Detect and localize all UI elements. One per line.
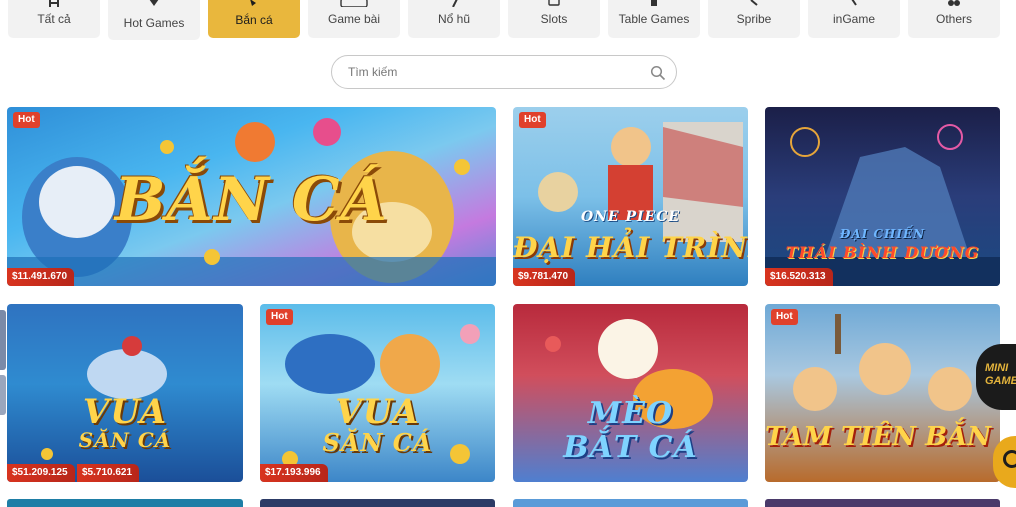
search-box [331,55,677,89]
side-tab[interactable] [0,310,6,370]
tab-label: Nổ hũ [437,12,471,26]
table-icon [608,0,700,7]
game-title: SĂN CÁ [322,428,433,457]
game-card-vua-san-ca-2[interactable]: VUA SĂN CÁ Hot $17.193.996 [260,304,495,482]
game-card-meo-bat-ca[interactable]: MÈO BẮT CÁ [513,304,748,482]
tab-slots[interactable]: Slots [508,0,600,38]
tab-label: Others [935,12,972,26]
tab-fishing[interactable]: Bắn cá [208,0,300,38]
hot-badge: Hot [13,112,40,128]
tab-label: Game bài [327,12,381,26]
search-input[interactable] [348,63,638,81]
game-card-tam-tien-ban-ca[interactable]: TAM TIÊN BẮN CÁ Hot [765,304,1000,482]
jackpot-amount: $51.209.125 [7,464,75,482]
others-icon [908,0,1000,7]
all-icon [8,0,100,7]
slots-icon [508,0,600,7]
tab-ingame[interactable]: inGame [808,0,900,38]
jackpot-amount: $16.520.313 [765,268,833,286]
tab-all[interactable]: Tất cả [8,0,100,38]
jackpot-amount: $9.781.470 [513,268,576,286]
tab-label: Spribe [736,12,772,26]
game-subtitle: ĐẠI CHIẾN [839,227,926,241]
fish-icon [208,0,300,7]
game-subtitle: MÈO [587,396,674,431]
hot-badge: Hot [266,309,293,325]
game-subtitle: VUA [335,392,420,432]
ingame-icon [808,0,900,7]
game-title: ĐẠI HẢI TRÌNH [513,231,748,264]
game-card-dai-hai-trinh[interactable]: ONE PIECE ĐẠI HẢI TRÌNH Hot $9.781.470 [513,107,748,286]
tab-label: inGame [832,12,876,26]
tab-card-games[interactable]: Game bài [308,0,400,38]
tab-label: Hot Games [123,16,185,30]
tab-label: Slots [540,12,568,26]
tab-spribe[interactable]: Spribe [708,0,800,38]
jackpot-icon [408,0,500,7]
category-tabs: Tất cả Hot Games Bắn cá Game bài Nổ hũ S… [0,0,1016,40]
side-tab[interactable] [0,375,6,415]
jackpot-amount: $17.193.996 [260,464,328,482]
game-card-vua-san-ca[interactable]: VUA SĂN CÁ $51.209.125 $5.710.621 [7,304,243,482]
tab-label: Tất cả [37,12,71,26]
jackpot-amount: $11.491.670 [7,268,75,286]
tab-label: Table Games [618,12,690,26]
tab-table-games[interactable]: Table Games [608,0,700,38]
provider-logo: MINI GAME [976,344,1016,410]
diamond-icon [108,0,200,7]
hot-badge: Hot [771,309,798,325]
tab-label: Bắn cá [235,13,273,27]
cards-icon [308,0,400,7]
search-icon[interactable] [650,65,666,81]
game-title: SĂN CÁ [78,428,172,452]
chat-icon [1003,450,1016,468]
jackpot-amount: $5.710.621 [77,464,140,482]
game-title: BẮN CÁ [114,165,389,235]
game-subtitle: ONE PIECE [580,209,681,225]
game-art [793,314,972,411]
spribe-icon [708,0,800,7]
hot-badge: Hot [519,112,546,128]
game-card-ban-ca[interactable]: BẮN CÁ Hot $11.491.670 [7,107,496,286]
tab-jackpot[interactable]: Nổ hũ [408,0,500,38]
game-title: TAM TIÊN BẮN CÁ [765,422,1000,452]
tab-others[interactable]: Others [908,0,1000,38]
game-title: THÁI BÌNH DƯƠNG [785,243,980,262]
game-title: BẮT CÁ [563,430,698,465]
game-subtitle: VUA [82,392,168,432]
tab-hot-games[interactable]: Hot Games [108,0,200,40]
game-card-thai-binh-duong[interactable]: ĐẠI CHIẾN THÁI BÌNH DƯƠNG $16.520.313 [765,107,1000,286]
